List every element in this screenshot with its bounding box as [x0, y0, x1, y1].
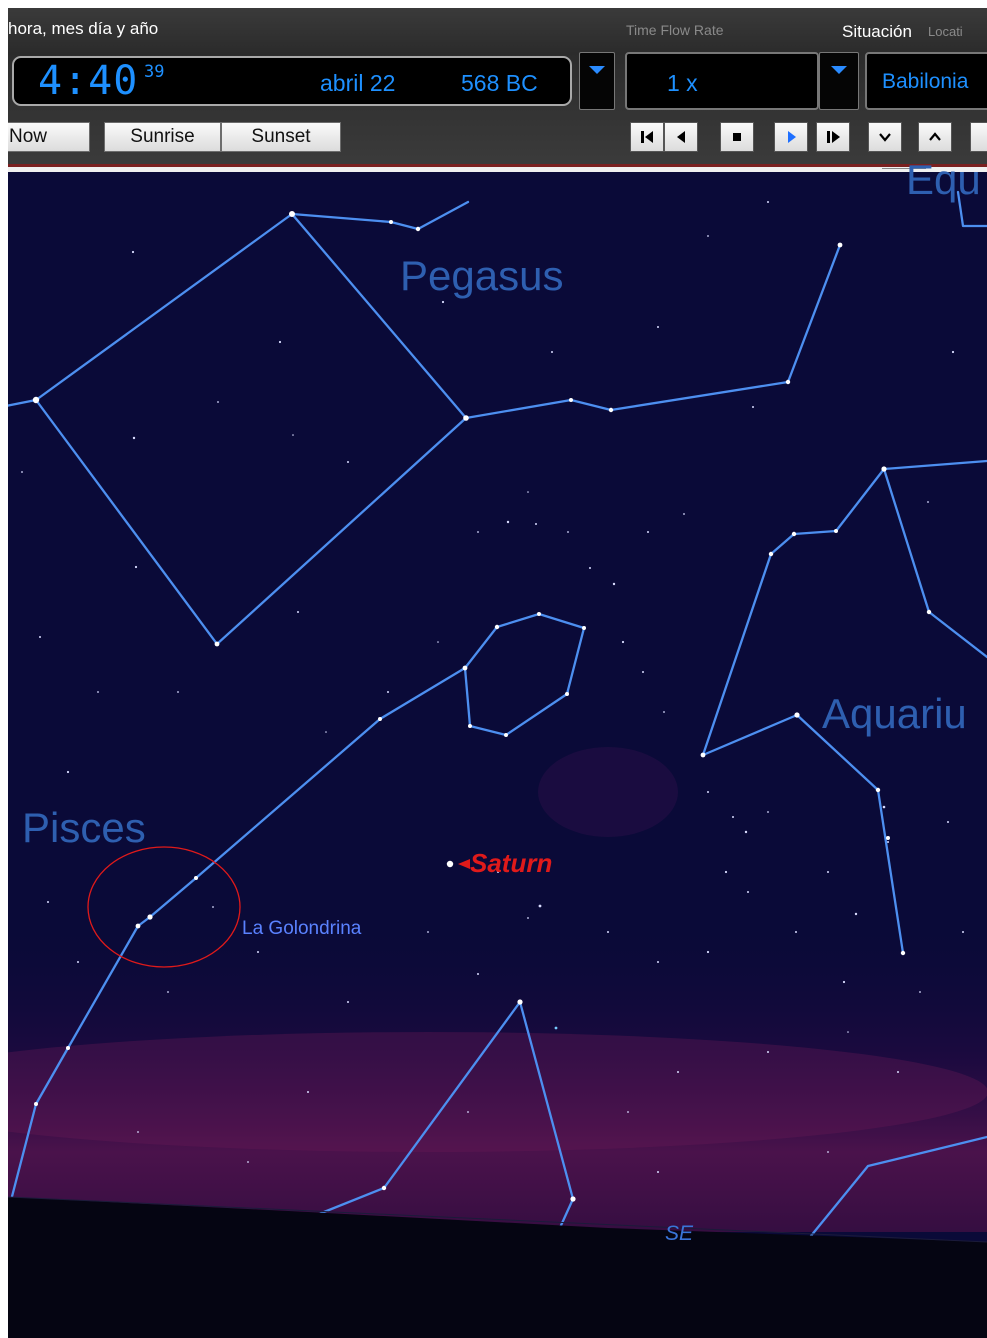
step-back-button[interactable]: [630, 122, 664, 152]
play-icon: [788, 131, 796, 143]
stop-icon: [733, 133, 741, 141]
reverse-icon: [677, 131, 685, 143]
date-month-day: abril 22: [320, 70, 396, 96]
sky-canvas: [8, 190, 987, 1338]
time-flow-rate-dropdown[interactable]: [819, 52, 859, 110]
annotation-label: La Golondrina: [242, 918, 362, 939]
pisces-circlet: [463, 612, 586, 737]
toolbar-extra-button[interactable]: [970, 122, 987, 152]
step-forward-button[interactable]: [816, 122, 850, 152]
stop-button[interactable]: [720, 122, 754, 152]
aquarius-right: [882, 467, 987, 659]
pegasus-neck: [290, 200, 470, 231]
constellation-label-pegasus: Pegasus: [400, 252, 564, 299]
time-location-toolbar: hora, mes día y año 4:40 39 abril 22 568…: [8, 8, 987, 168]
location-value: Babilonia: [882, 70, 969, 93]
chevron-down-icon: [831, 66, 847, 74]
location-label: Situación: [842, 22, 912, 41]
aquarius-top: [882, 459, 987, 471]
saturn-planet[interactable]: [446, 860, 454, 868]
zoom-up-button[interactable]: [918, 122, 952, 152]
datetime-display[interactable]: 4:40 39 abril 22 568 BC: [12, 56, 572, 106]
sunset-button[interactable]: Sunset: [221, 122, 341, 152]
step-forward-icon: [827, 131, 840, 143]
compass-label-se: SE: [665, 1222, 694, 1245]
chevron-down-icon: [589, 66, 605, 74]
time-flow-rate-display[interactable]: 1 x: [625, 52, 819, 110]
time-seconds: 39: [144, 62, 165, 82]
chevron-down-icon: [879, 133, 891, 142]
constellation-label-equuleus: Equ: [906, 156, 981, 203]
location-display[interactable]: Babilonia: [865, 52, 987, 110]
time-flow-rate-label: Time Flow Rate: [626, 22, 724, 38]
date-year: 568 BC: [461, 70, 538, 96]
pegasus-square: [8, 212, 468, 646]
time-flow-rate-value: 1 x: [667, 70, 698, 96]
step-back-icon: [641, 131, 653, 143]
chevron-up-icon: [929, 132, 941, 141]
sunrise-button[interactable]: Sunrise: [104, 122, 221, 152]
datetime-label: hora, mes día y año: [8, 19, 159, 38]
zoom-down-button[interactable]: [868, 122, 902, 152]
reverse-button[interactable]: [664, 122, 698, 152]
datetime-dropdown-button[interactable]: [579, 52, 615, 110]
play-button[interactable]: [774, 122, 808, 152]
now-button[interactable]: Now: [8, 122, 90, 152]
constellation-label-pisces: Pisces: [22, 804, 146, 851]
location-label-en: Locati: [928, 24, 963, 39]
time-hours-minutes: 4:40: [38, 58, 139, 104]
saturn-marker-icon: [458, 859, 470, 869]
sky-view[interactable]: Pegasus Pisces Aquariu Equ Saturn La Gol…: [8, 156, 987, 1338]
stellarium-window: hora, mes día y año 4:40 39 abril 22 568…: [8, 8, 987, 1338]
milky-way-patch: [538, 747, 678, 837]
saturn-label: Saturn: [470, 848, 553, 878]
constellation-label-aquarius: Aquariu: [822, 690, 967, 737]
